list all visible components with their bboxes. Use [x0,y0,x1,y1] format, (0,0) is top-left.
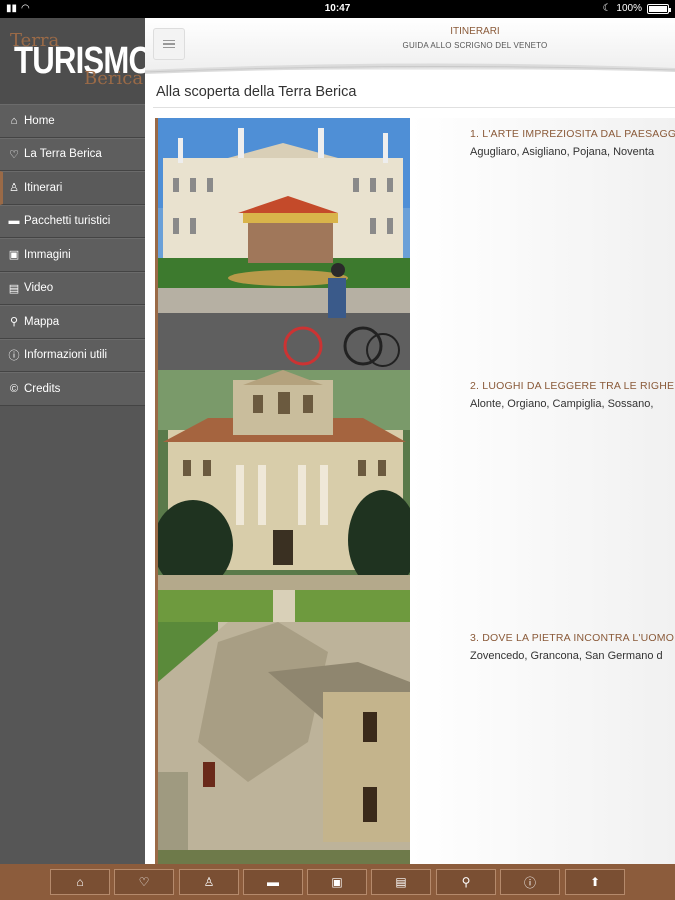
sidebar-item-label: Video [24,282,54,295]
map-marker-icon: ⚲ [9,316,19,329]
divider [153,107,675,108]
bottom-scroll-top-button[interactable]: ⬆ [565,869,625,895]
battery-icon [647,3,671,14]
bed-icon: ▬ [267,875,279,889]
itinerary-image-villa-garden [155,370,410,622]
arrow-up-icon: ⬆ [589,875,601,889]
map-marker-icon: ⚲ [461,875,471,889]
sidebar-item-itinerari[interactable]: ♙ Itinerari [0,171,145,205]
info-icon: ⓘ [523,875,536,890]
home-icon: ⌂ [76,875,84,889]
bed-icon: ▬ [8,215,20,228]
bottom-immagini-button[interactable]: ▣ [307,869,367,895]
sidebar-item-label: Informazioni utili [24,349,108,362]
itinerary-panel: 1. L'ARTE IMPREZIOSITA DAL PAESAGG Agugl… [410,118,675,370]
sidebar-item-label: Immagini [24,248,71,261]
sidebar: Terra TURISMO Berica ⌂ Home ♡ La Terra Ber… [0,18,153,864]
sidebar-item-immagini[interactable]: ▣ Immagini [0,238,145,272]
itinerary-title: 3. DOVE LA PIETRA INCONTRA L'UOMO [470,632,675,644]
status-bar: ▮▮ ◠ 10:47 ☾ 100% [0,0,675,18]
page-title: ITINERARI [450,26,500,37]
menu-toggle-button[interactable] [153,28,185,60]
bottom-itinerari-button[interactable]: ♙ [179,869,239,895]
itinerary-list: 1. L'ARTE IMPREZIOSITA DAL PAESAGG Agugl… [155,118,675,864]
image-icon: ▣ [331,875,343,889]
sidebar-item-label: Credits [24,382,61,395]
hiker-icon: ♙ [203,875,215,889]
itinerary-panel: 2. LUOGHI DA LEGGERE TRA LE RIGHE Alonte… [410,370,675,622]
heart-icon: ♡ [138,875,150,889]
sidebar-item-video[interactable]: ▤ Video [0,271,145,305]
sidebar-item-pacchetti[interactable]: ▬ Pacchetti turistici [0,204,145,238]
sidebar-menu: ⌂ Home ♡ La Terra Berica ♙ Itinerari ▬ Pacch… [0,104,145,406]
itinerary-item-2[interactable]: 2. LUOGHI DA LEGGERE TRA LE RIGHE Alonte… [155,370,675,622]
bottom-mappa-button[interactable]: ⚲ [436,869,496,895]
section-title: Alla scoperta della Terra Berica [156,84,357,100]
itinerary-places: Agugliaro, Asigliano, Pojana, Noventa [470,146,655,158]
bottom-nav: ⌂ ♡ ♙ ▬ ▣ ▤ ⚲ ⓘ ⬆ [0,864,675,900]
copyright-icon: © [9,382,19,395]
sidebar-item-credits[interactable]: © Credits [0,372,145,406]
status-right: ☾ 100% [602,3,671,14]
itinerary-panel: 3. DOVE LA PIETRA INCONTRA L'UOMO Zovenc… [410,622,675,864]
sidebar-item-label: Pacchetti turistici [24,215,111,228]
battery-percent: 100% [616,3,642,14]
logo-berica: Berica [84,68,144,89]
home-icon: ⌂ [10,114,18,127]
header-swoosh [145,63,675,74]
itinerary-places: Alonte, Orgiano, Campiglia, Sossano, [470,398,654,410]
sidebar-item-label: La Terra Berica [24,148,102,161]
itinerary-title: 1. L'ARTE IMPREZIOSITA DAL PAESAGG [470,128,675,140]
hiker-icon: ♙ [9,182,19,195]
bottom-pacchetti-button[interactable]: ▬ [243,869,303,895]
sidebar-item-terra-berica[interactable]: ♡ La Terra Berica [0,137,145,171]
bottom-video-button[interactable]: ▤ [371,869,431,895]
sidebar-item-home[interactable]: ⌂ Home [0,104,145,138]
image-icon: ▣ [8,249,20,262]
page-subtitle: GUIDA ALLO SCRIGNO DEL VENETO [402,41,548,50]
itinerary-item-1[interactable]: 1. L'ARTE IMPREZIOSITA DAL PAESAGG Agugl… [155,118,675,370]
moon-icon: ☾ [602,3,612,14]
main-content: ITINERARI GUIDA ALLO SCRIGNO DEL VENETO … [145,18,675,864]
sidebar-item-label: Mappa [24,315,60,328]
sidebar-item-label: Home [24,114,55,127]
itinerary-places: Zovencedo, Grancona, San Germano d [470,650,663,662]
bottom-terra-berica-button[interactable]: ♡ [114,869,174,895]
sidebar-item-mappa[interactable]: ⚲ Mappa [0,305,145,339]
sidebar-item-label: Itinerari [24,181,63,194]
itinerary-image-rock-house [155,622,410,864]
itinerary-image-villa-carousel [155,118,410,370]
bottom-info-button[interactable]: ⓘ [500,869,560,895]
info-icon: ⓘ [8,350,20,363]
film-icon: ▤ [395,875,407,889]
hamburger-icon [163,39,175,42]
bottom-home-button[interactable]: ⌂ [50,869,110,895]
heart-icon: ♡ [9,148,19,161]
film-icon: ▤ [8,282,20,295]
sidebar-item-info[interactable]: ⓘ Informazioni utili [0,338,145,372]
itinerary-item-3[interactable]: 3. DOVE LA PIETRA INCONTRA L'UOMO Zovenc… [155,622,675,864]
itinerary-title: 2. LUOGHI DA LEGGERE TRA LE RIGHE [470,380,675,392]
status-time: 10:47 [324,3,351,14]
app-logo[interactable]: Terra TURISMO Berica [0,18,153,104]
